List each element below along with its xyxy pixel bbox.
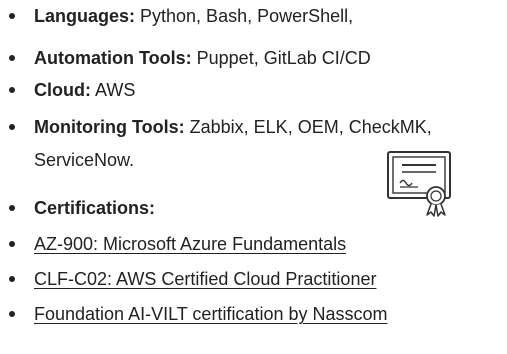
certificate-ribbon [426, 203, 437, 217]
bullet [9, 55, 15, 61]
cert-link-nasscom[interactable]: Foundation AI-VILT certification by Nass… [34, 303, 388, 325]
skill-value: Python, Bash, PowerShell, [135, 6, 354, 26]
skill-label: Languages: [34, 6, 136, 26]
skill-value: Puppet, GitLab CI/CD [191, 48, 371, 68]
certificate-ribbon [435, 203, 446, 217]
skill-label: Monitoring Tools: [34, 117, 185, 137]
skill-value: AWS [90, 80, 136, 100]
cert-link-clf-c02[interactable]: CLF-C02: AWS Certified Cloud Practitione… [34, 268, 376, 290]
skill-value: Zabbix, ELK, OEM, CheckMK, [184, 117, 432, 137]
bullet [9, 124, 15, 130]
list-item-continuation: ServiceNow. [34, 150, 135, 170]
bullet [9, 205, 15, 211]
list-item-text: Monitoring Tools: Zabbix, ELK, OEM, Chec… [34, 116, 432, 138]
certifications-heading: Certifications: [34, 198, 156, 218]
certificate-icon [387, 151, 451, 217]
bullet [9, 87, 15, 93]
cert-link-az900[interactable]: AZ-900: Microsoft Azure Fundamentals [34, 233, 346, 255]
bullet [9, 311, 15, 317]
certificate-signature [399, 179, 413, 187]
bullet [9, 276, 15, 282]
bullet [9, 241, 15, 247]
skill-label: Cloud: [34, 80, 91, 100]
skill-label: Automation Tools: [34, 48, 192, 68]
certificate-seal [426, 186, 446, 206]
bullet [9, 13, 15, 19]
list-item-text: Cloud: AWS [34, 79, 135, 101]
list-item-text: Automation Tools: Puppet, GitLab CI/CD [34, 47, 371, 69]
list-item-text: Languages: Python, Bash, PowerShell, [34, 5, 353, 27]
